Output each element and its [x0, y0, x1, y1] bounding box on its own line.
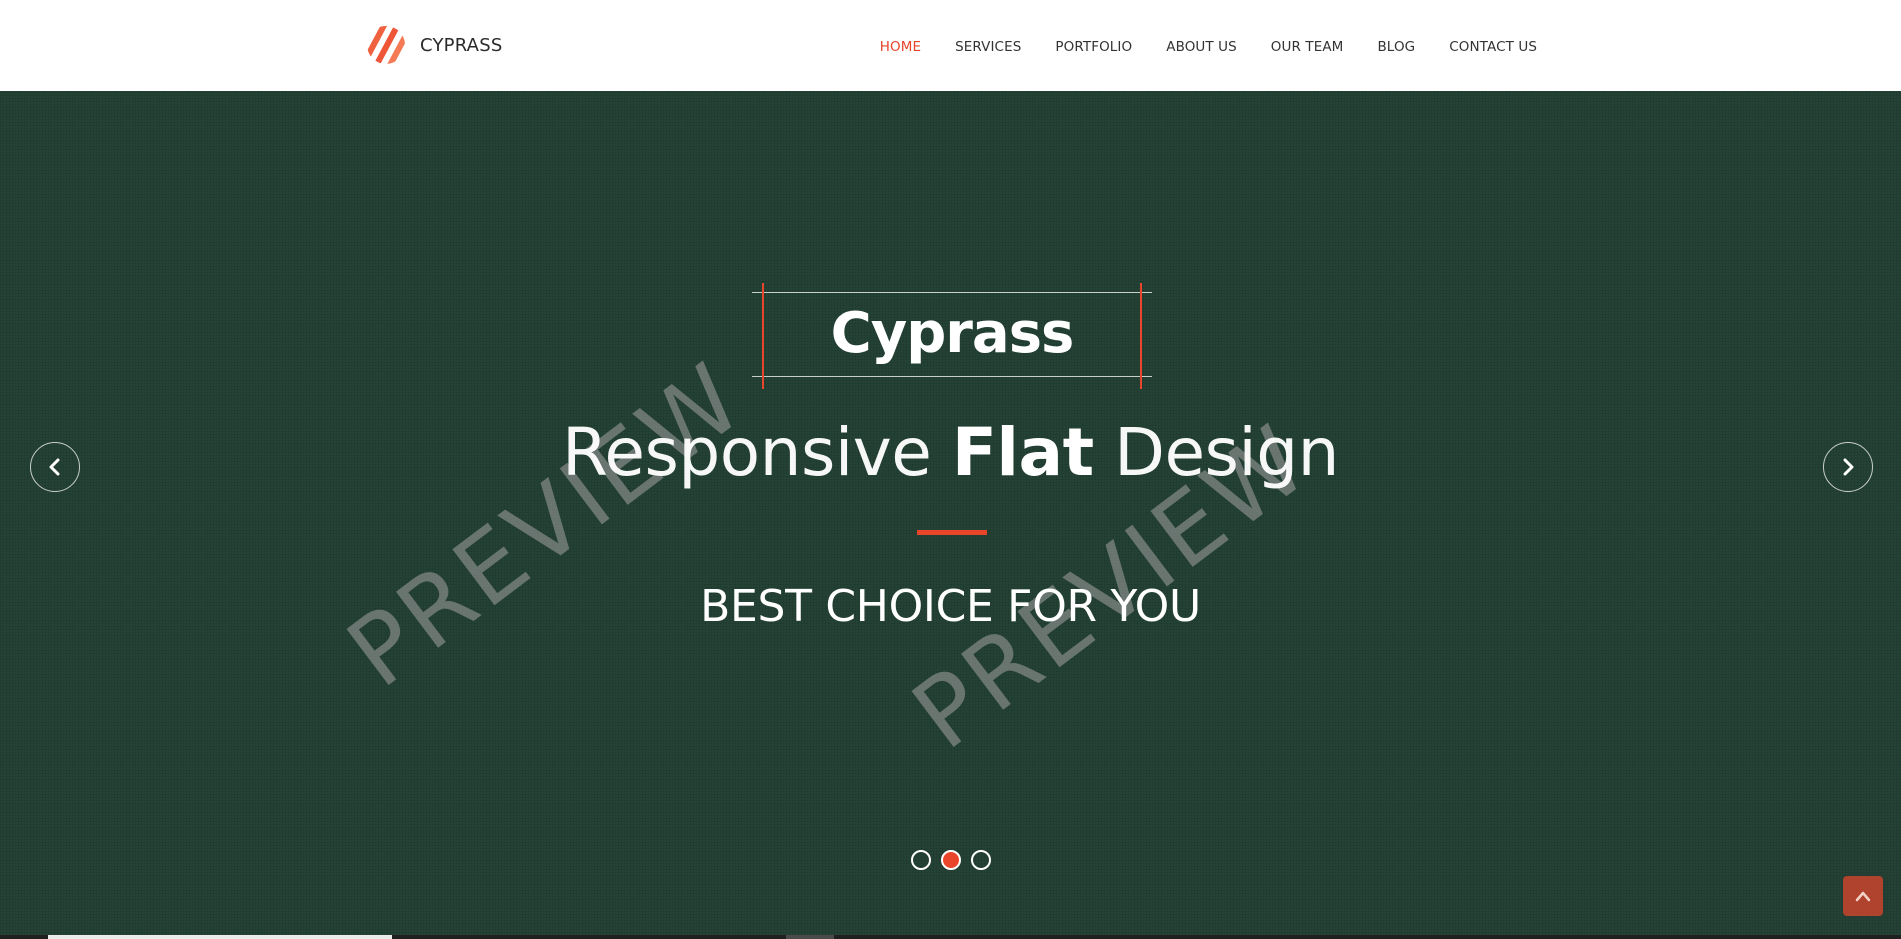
hero-title: Cyprass	[830, 301, 1075, 366]
chevron-right-icon	[1843, 458, 1854, 476]
slider-dot-2[interactable]	[941, 850, 961, 870]
striped-circle-logo-icon	[367, 26, 405, 64]
slider-next-button[interactable]	[1823, 442, 1873, 492]
brand-name: CYPRASS	[420, 34, 503, 56]
bottom-strip	[0, 935, 1901, 939]
slider-dot-1[interactable]	[911, 850, 931, 870]
hero-title-frame: Cyprass	[752, 283, 1152, 389]
slider-dot-3[interactable]	[971, 850, 991, 870]
frame-line-bottom	[752, 376, 1152, 377]
tagline-part-bold: Flat	[951, 414, 1094, 491]
nav-item-our-team[interactable]: OUR TEAM	[1271, 39, 1344, 55]
tagline-part-3: Design	[1093, 414, 1339, 491]
slider-pagination	[911, 849, 991, 871]
accent-divider	[917, 530, 987, 535]
chevron-left-icon	[49, 458, 60, 476]
strip-segment	[48, 935, 392, 939]
tagline-part-1: Responsive	[561, 414, 952, 491]
nav-item-services[interactable]: SERVICES	[955, 39, 1021, 55]
nav-item-blog[interactable]: BLOG	[1377, 39, 1415, 55]
preview-watermark: PREVIEW	[327, 341, 765, 709]
hero-subtitle: BEST CHOICE FOR YOU	[700, 581, 1201, 632]
nav-item-portfolio[interactable]: PORTFOLIO	[1055, 39, 1132, 55]
main-nav: HOME SERVICES PORTFOLIO ABOUT US OUR TEA…	[880, 0, 1537, 91]
hero-slider: PREVIEW PREVIEW Cyprass Responsive Flat …	[0, 91, 1901, 939]
slider-prev-button[interactable]	[30, 442, 80, 492]
chevron-up-icon	[1855, 891, 1871, 902]
top-navbar: CYPRASS HOME SERVICES PORTFOLIO ABOUT US…	[0, 0, 1901, 91]
nav-item-contact-us[interactable]: CONTACT US	[1449, 39, 1537, 55]
hero-tagline: Responsive Flat Design	[0, 413, 1901, 493]
strip-segment	[786, 935, 834, 939]
frame-line-top	[752, 292, 1152, 293]
nav-item-about-us[interactable]: ABOUT US	[1166, 39, 1237, 55]
back-to-top-button[interactable]	[1843, 876, 1883, 916]
brand-link[interactable]: CYPRASS	[366, 24, 502, 66]
nav-item-home[interactable]: HOME	[880, 39, 921, 55]
